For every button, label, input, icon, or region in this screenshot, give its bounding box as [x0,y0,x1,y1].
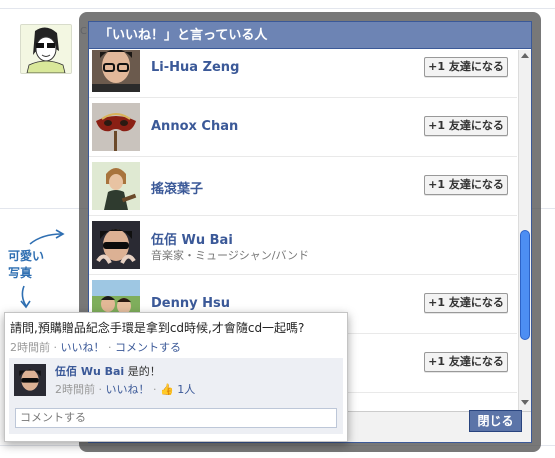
person-name[interactable]: 伍佰 Wu Bai [151,229,233,248]
add-friend-button[interactable]: +1 友達になる [424,352,508,372]
separator: · [53,341,61,354]
list-scrollbar[interactable] [518,50,531,411]
reply-like-link[interactable]: いいね！ [106,383,150,396]
dialog-title: 「いいね！」と言っている人 [89,22,531,49]
list-item: Li-Hua Zeng +1 友達になる [89,50,517,98]
list-item: 伍佰 Wu Bai 音楽家・ミュージシャン/バンド [89,216,517,275]
list-item: 搖滾葉子 +1 友達になる [89,157,517,216]
comment-popup: 請問,預購贈品紀念手環是拿到cd時候,才會隨cd一起嗎? 2時間前 · いいね！… [4,312,348,442]
close-button[interactable]: 閉じる [469,410,522,432]
add-friend-button[interactable]: +1 友達になる [424,57,508,77]
separator: · [153,383,160,396]
thumbs-up-icon: 👍 [160,383,174,396]
reply-author[interactable]: 伍佰 Wu Bai [55,365,124,378]
annotation-line-2: 写真 [8,266,33,280]
reply-like-count[interactable]: 1人 [177,383,195,396]
reply-avatar[interactable] [14,364,46,396]
separator: · [98,383,106,396]
person-name[interactable]: Annox Chan [151,119,238,134]
person-name[interactable]: Denny Hsu [151,296,230,311]
profile-photo[interactable] [92,221,140,269]
scroll-down-icon[interactable] [521,400,529,405]
profile-photo[interactable] [92,103,140,151]
like-link[interactable]: いいね！ [61,341,105,354]
add-friend-button[interactable]: +1 友達になる [424,293,508,313]
separator: · [108,341,115,354]
reply-comment: 伍佰 Wu Bai 是的！ 2時間前 · いいね！ · 👍 1人 [9,358,343,402]
profile-photo[interactable] [92,50,140,92]
annotation-line-1: 可愛い [8,249,45,263]
question-timestamp: 2時間前 [10,341,50,354]
person-category: 音楽家・ミュージシャン/バンド [151,249,310,262]
comment-input[interactable]: コメントする [15,408,337,428]
question-comment-text: 請問,預購贈品紀念手環是拿到cd時候,才會隨cd一起嗎? [10,321,305,335]
comment-link[interactable]: コメントする [115,341,181,354]
reply-timestamp: 2時間前 [55,383,95,396]
divider [0,8,555,9]
background-cartoon-avatar [20,24,72,74]
reply-text-line: 伍佰 Wu Bai 是的！ [55,363,161,379]
add-friend-button[interactable]: +1 友達になる [424,116,508,136]
reply-text: 是的！ [127,365,161,378]
reply-meta: 2時間前 · いいね！ · 👍 1人 [55,381,195,397]
profile-photo[interactable] [92,162,140,210]
annotation-down-arrow-icon [20,285,31,309]
question-meta: 2時間前 · いいね！ · コメントする [10,339,181,355]
person-name[interactable]: 搖滾葉子 [151,178,203,197]
list-item: Annox Chan +1 友達になる [89,98,517,157]
annotation-arrow-icon [29,229,65,245]
annotation-text: 可愛い 写真 [8,248,44,282]
scroll-up-icon[interactable] [521,53,529,58]
add-friend-button[interactable]: +1 友達になる [424,175,508,195]
person-name[interactable]: Li-Hua Zeng [151,60,239,75]
comment-box-area: コメントする [9,402,343,434]
scrollbar-thumb[interactable] [520,230,530,340]
